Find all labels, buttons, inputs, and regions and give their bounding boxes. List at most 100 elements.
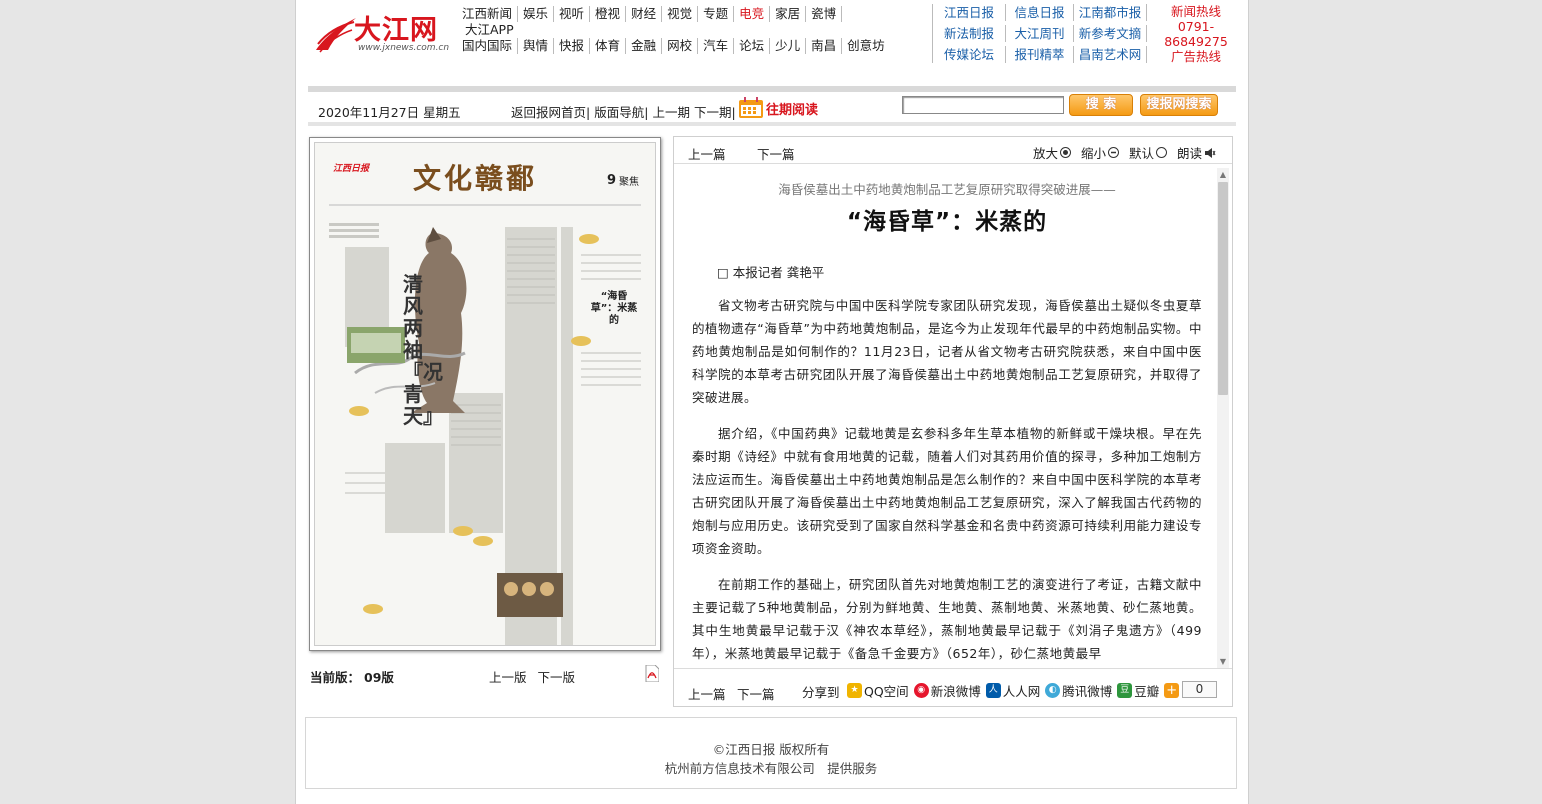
scroll-down-arrow-icon[interactable]: ▼ [1217, 655, 1229, 669]
tencent-weibo-icon: ◐ [1045, 683, 1061, 698]
article-footer-bar: 上一篇 下一篇 分享到 ★ QQ空间 ◉ 新浪微博 人 人人网 ◐ 腾讯微博 豆… [674, 668, 1232, 706]
channel-link[interactable]: 网校 [662, 38, 699, 54]
footer: ©江西日报 版权所有 杭州前方信息技术有限公司 提供服务 [305, 717, 1237, 789]
channel-link[interactable]: 大江APP [460, 22, 519, 38]
next-article-link-top[interactable]: 下一篇 [757, 144, 795, 163]
paper-link[interactable]: 信息日报 [1006, 4, 1074, 21]
prev-article-link-top[interactable]: 上一篇 [688, 144, 726, 163]
share-tencent-weibo-label: 腾讯微博 [1062, 684, 1113, 699]
scroll-thumb[interactable] [1218, 182, 1228, 395]
channel-link[interactable]: 国内国际 [460, 38, 519, 54]
channel-row-1: 江西新闻 娱乐 视听 橙视 财经 视觉 专题 电竞 家居 瓷博大江APP [460, 6, 890, 38]
article-scrollbar[interactable]: ▲ ▼ [1217, 168, 1229, 669]
zoom-out-button[interactable]: 缩小 [1081, 143, 1119, 162]
paper-link[interactable]: 传媒论坛 [933, 46, 1006, 63]
page-nav-link[interactable]: 版面导航| [594, 102, 648, 121]
prev-article-link-bottom[interactable]: 上一篇 [688, 684, 726, 703]
channel-link[interactable]: 少儿 [770, 38, 807, 54]
qzone-star-icon: ★ [847, 683, 862, 698]
search-input[interactable] [902, 96, 1064, 114]
next-edition-link[interactable]: 下一版 [538, 670, 576, 685]
channel-link[interactable]: 金融 [626, 38, 663, 54]
share-weibo-label: 新浪微博 [930, 684, 981, 699]
channel-link[interactable]: 舆情 [518, 38, 555, 54]
next-article-link-bottom[interactable]: 下一篇 [737, 684, 775, 703]
channel-link[interactable]: 专题 [698, 6, 735, 22]
channel-link[interactable]: 创意坊 [842, 38, 890, 54]
edition-nav: 上一版 下一版 [489, 667, 582, 686]
channel-link[interactable]: 瓷博 [806, 6, 843, 22]
speaker-icon [1205, 147, 1216, 158]
share-count: 0 [1182, 681, 1217, 698]
share-tencent-weibo-button[interactable]: ◐ 腾讯微博 [1045, 681, 1112, 700]
channel-link[interactable]: 南昌 [806, 38, 843, 54]
hotline: 新闻热线 0791- 86849275 广告热线 [1154, 4, 1238, 64]
paper-link[interactable]: 昌南艺术网 [1074, 46, 1147, 63]
channel-link[interactable]: 家居 [770, 6, 807, 22]
channel-link[interactable]: 汽车 [698, 38, 735, 54]
home-link[interactable]: 返回报网首页| [511, 102, 590, 121]
channel-link[interactable]: 论坛 [734, 38, 771, 54]
renren-person-icon: 人 [985, 683, 1001, 698]
paper-link[interactable]: 江西日报 [933, 4, 1006, 21]
default-size-button[interactable]: 默认 [1129, 143, 1167, 162]
channel-link[interactable]: 财经 [626, 6, 663, 22]
prev-issue-link[interactable]: 上一期 [652, 102, 690, 121]
paper-link[interactable]: 报刊精萃 [1006, 46, 1074, 63]
share-qzone-label: QQ空间 [864, 684, 909, 699]
channel-nav: 江西新闻 娱乐 视听 橙视 财经 视觉 专题 电竞 家居 瓷博大江APP 国内国际 舆情 快报 体育 金融… [460, 4, 890, 54]
paper-links: 江西日报 信息日报 江南都市报新法制报 大江周刊 新参考文摘传媒论坛 报刊精萃 昌南艺术网 [932, 4, 1152, 63]
current-edition: 当前版： 09版 [310, 667, 394, 686]
newspaper-page-number: 9 [607, 173, 617, 188]
channel-link[interactable]: 体育 [590, 38, 627, 54]
share-qzone-button[interactable]: ★ QQ空间 [847, 681, 909, 700]
paper-link[interactable]: 大江周刊 [1006, 25, 1074, 42]
read-aloud-label: 朗读 [1176, 146, 1202, 161]
service-provider-text: 杭州前方信息技术有限公司 提供服务 [664, 761, 878, 776]
channel-link[interactable]: 江西新闻 [460, 6, 519, 22]
article-toolbar: 上一篇 下一篇 放大 缩小 默认 朗读 [674, 137, 1232, 164]
newspaper-page-image[interactable]: 江西日报 文化赣鄱 9 聚焦 清风两袖『况青天』 “海昏草”：米蒸的 [309, 137, 661, 651]
calendar-icon [739, 97, 763, 118]
share-weibo-button[interactable]: ◉ 新浪微博 [913, 681, 981, 700]
zoom-in-button[interactable]: 放大 [1033, 143, 1071, 162]
channel-link[interactable]: 电竞 [734, 6, 771, 22]
channel-link[interactable]: 视听 [554, 6, 591, 22]
newspaper-side-article: “海昏草”：米蒸的 [590, 291, 638, 326]
paper-link[interactable]: 新法制报 [933, 25, 1006, 42]
article-body: 海昏侯墓出土中药地黄炮制品工艺复原研究取得突破进展—— “海昏草”：米蒸的 □ … [692, 175, 1202, 669]
scroll-up-arrow-icon[interactable]: ▲ [1217, 168, 1229, 182]
site-logo[interactable]: 大江网 www.jxnews.com.cn [314, 6, 452, 64]
newspaper-brand: 江西日报 [333, 164, 370, 174]
read-aloud-button[interactable]: 朗读 [1177, 143, 1216, 162]
channel-link[interactable]: 视觉 [662, 6, 699, 22]
channel-link[interactable]: 娱乐 [518, 6, 555, 22]
current-edition-label: 当前版： [310, 670, 361, 685]
next-issue-link[interactable]: 下一期| [694, 102, 736, 121]
share-more-button[interactable]: + [1164, 681, 1181, 700]
navbar-bottom-border [308, 122, 1236, 126]
logo-swoosh-icon [316, 18, 356, 53]
zoom-in-icon [1059, 147, 1071, 158]
channel-link[interactable]: 快报 [554, 38, 591, 54]
article-panel: 上一篇 下一篇 放大 缩小 默认 朗读 海昏侯墓出土中药地黄炮制品工艺复原研究取… [673, 136, 1233, 707]
channel-link[interactable]: 橙视 [590, 6, 627, 22]
paper-link[interactable]: 江南都市报 [1074, 4, 1147, 21]
archive-link[interactable]: 往期阅读 [738, 97, 818, 119]
archive-label: 往期阅读 [766, 102, 819, 118]
newspaper-side-title: 清风两袖『况青天』 [403, 272, 443, 428]
newspaper-scan: 江西日报 文化赣鄱 9 聚焦 清风两袖『况青天』 “海昏草”：米蒸的 [314, 142, 656, 646]
article-paragraph: 在前期工作的基础上，研究团队首先对地黄炮制工艺的演变进行了考证，古籍文献中主要记… [692, 577, 1202, 661]
paper-search-button[interactable]: 搜报网搜索 [1140, 94, 1218, 116]
share-renren-button[interactable]: 人 人人网 [985, 681, 1040, 700]
paper-link[interactable]: 新参考文摘 [1074, 25, 1147, 42]
logo-text: 大江网 [354, 15, 438, 46]
newspaper-masthead: 文化赣鄱 [413, 162, 538, 195]
share-douban-button[interactable]: 豆 豆瓣 [1117, 681, 1159, 700]
page: 大江网 www.jxnews.com.cn 江西新闻 娱乐 视听 橙视 财经 视觉 专题 电竞… [295, 0, 1249, 804]
prev-edition-link[interactable]: 上一版 [489, 670, 527, 685]
hotline-number-1: 0791- [1177, 19, 1215, 34]
pdf-icon[interactable] [645, 665, 659, 682]
search-button[interactable]: 搜 索 [1069, 94, 1133, 116]
copyright-text: ©江西日报 版权所有 [712, 742, 830, 757]
